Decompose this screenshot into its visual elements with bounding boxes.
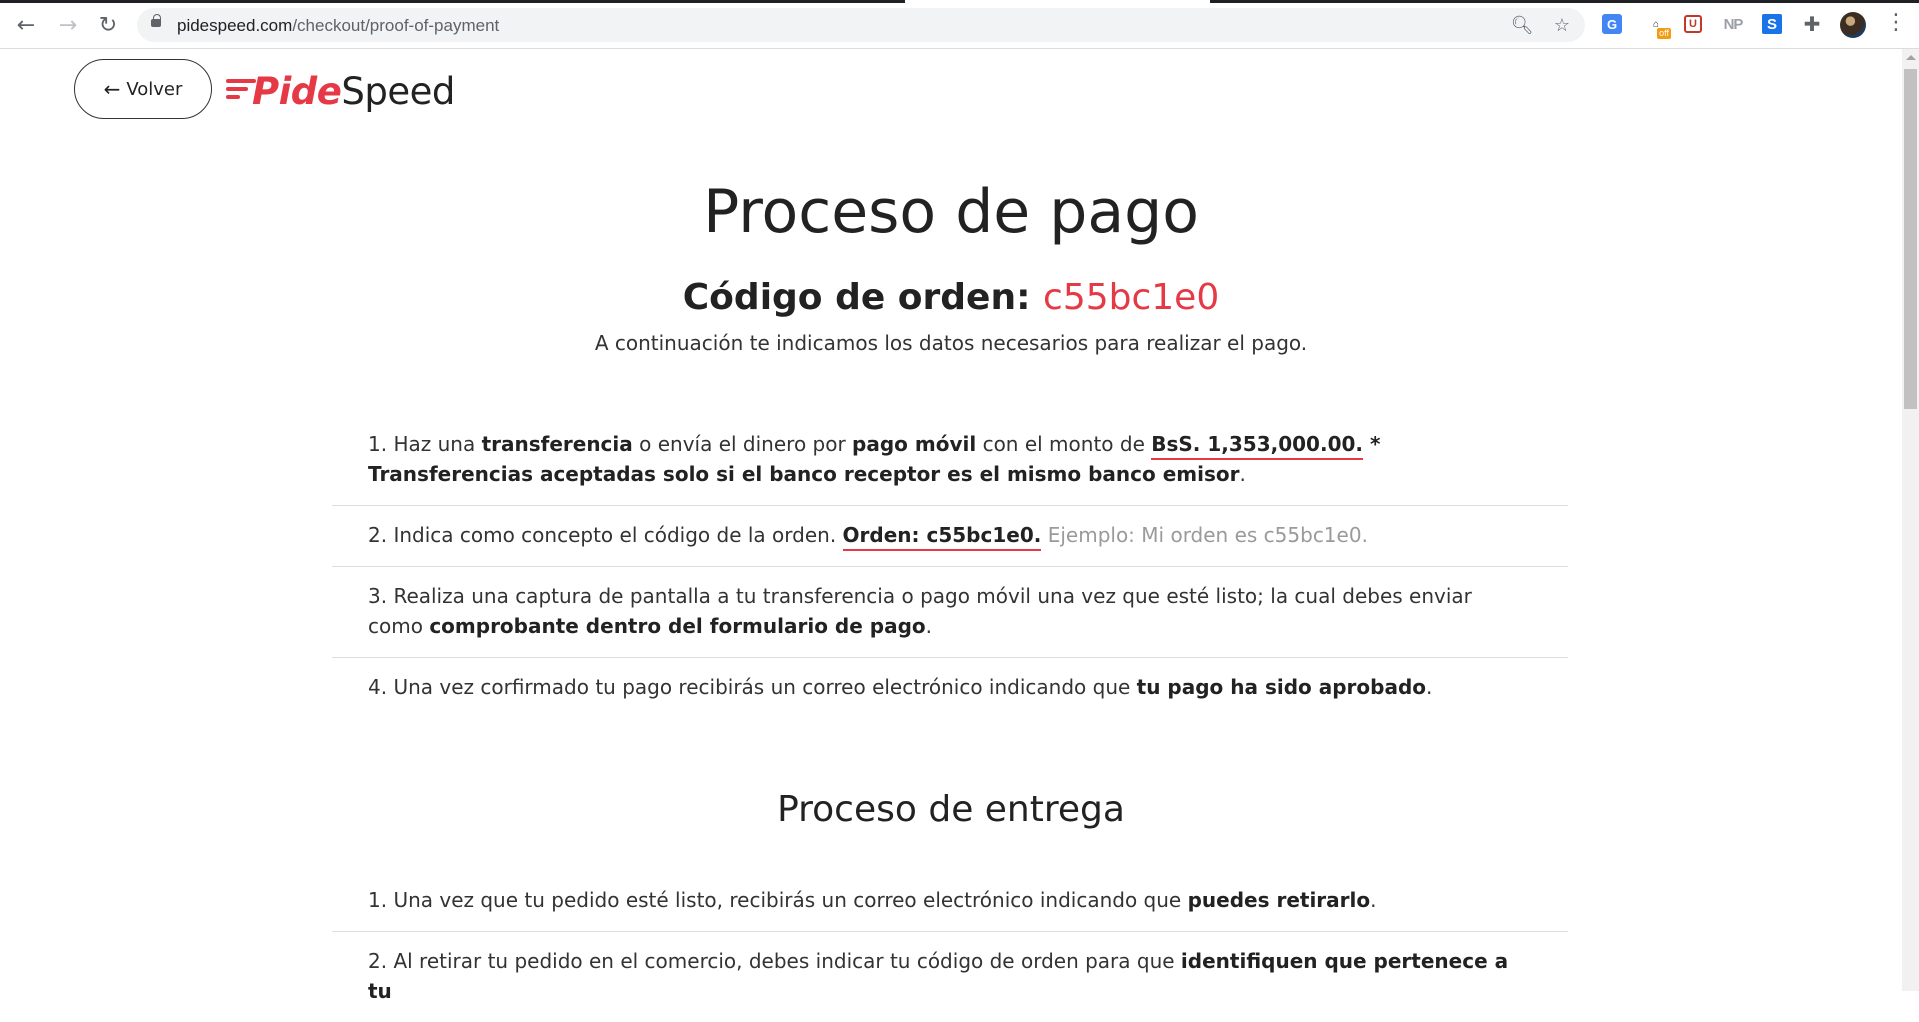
url-path: /checkout/proof-of-payment xyxy=(292,16,500,35)
translate-label: G xyxy=(1606,16,1618,32)
back-button[interactable]: ← Volver xyxy=(74,59,212,119)
forward-arrow-icon[interactable]: → xyxy=(54,12,82,40)
step-text: 1. Haz una xyxy=(368,432,482,456)
star-bookmark-icon[interactable]: ☆ xyxy=(1551,14,1573,36)
url-text[interactable]: pidespeed.com/checkout/proof-of-payment xyxy=(177,16,499,36)
step-text: con el monto de xyxy=(976,432,1152,456)
extensions-puzzle-icon[interactable]: ✚ xyxy=(1799,11,1825,37)
pidespeed-logo[interactable]: Pide Speed xyxy=(226,67,455,115)
pocket-extension-icon[interactable]: U xyxy=(1684,15,1702,33)
step-bold: comprobante dentro del formulario de pag… xyxy=(429,614,926,638)
delivery-steps-list: 1. Una vez que tu pedido esté listo, rec… xyxy=(332,871,1568,1022)
order-code-heading: Código de orden: c55bc1e0 xyxy=(0,275,1902,321)
browser-toolbar: ← → ↻ pidespeed.com/checkout/proof-of-pa… xyxy=(0,0,1919,49)
translate-extension-icon[interactable]: G xyxy=(1602,14,1622,34)
payment-step-4: 4. Una vez corfirmado tu pago recibirás … xyxy=(332,658,1568,718)
zoom-icon[interactable]: 🔍︎ xyxy=(1511,14,1534,36)
profile-avatar[interactable] xyxy=(1840,12,1866,38)
step-text: . xyxy=(1426,675,1433,699)
logo-speed: Speed xyxy=(341,69,455,113)
step-text: 1. Una vez que tu pedido esté listo, rec… xyxy=(368,888,1188,912)
step-bold: transferencia xyxy=(481,432,633,456)
order-concept: Orden: c55bc1e0. xyxy=(842,523,1042,551)
logo-pide: Pide xyxy=(252,69,342,113)
delivery-title: Proceso de entrega xyxy=(777,789,1125,830)
off-badge: off xyxy=(1657,28,1671,39)
step-text: 2. Indica como concepto el código de la … xyxy=(368,523,843,547)
tab-strip-left xyxy=(0,0,905,3)
delivery-step-1: 1. Una vez que tu pedido esté listo, rec… xyxy=(332,871,1568,932)
step-bold: puedes retirarlo xyxy=(1187,888,1371,912)
pocket-label: U xyxy=(1689,18,1697,30)
step-bold: tu pago ha sido aprobado xyxy=(1136,675,1427,699)
step-text: o envía el dinero por xyxy=(632,432,853,456)
step-text: . xyxy=(1370,888,1377,912)
reload-icon[interactable]: ↻ xyxy=(94,12,122,40)
page-title: Proceso de pago xyxy=(703,177,1199,247)
scroll-thumb[interactable] xyxy=(1904,69,1917,409)
url-host: pidespeed.com xyxy=(177,16,293,35)
np-extension-icon[interactable]: NP xyxy=(1720,11,1746,37)
payment-step-3: 3. Realiza una captura de pantalla a tu … xyxy=(332,567,1568,658)
step-text: . xyxy=(1239,462,1246,486)
address-bar[interactable]: pidespeed.com/checkout/proof-of-payment … xyxy=(137,8,1585,42)
scroll-up-arrow-icon[interactable] xyxy=(1906,55,1916,60)
concept-example: Ejemplo: Mi orden es c55bc1e0. xyxy=(1041,523,1368,547)
step-text: 4. Una vez corfirmado tu pago recibirás … xyxy=(368,675,1137,699)
step-text: 2. Al retirar tu pedido en el comercio, … xyxy=(368,949,1181,973)
speed-lines-icon xyxy=(226,77,256,105)
back-button-label: Volver xyxy=(126,78,183,100)
step-bold: pago móvil xyxy=(852,432,977,456)
payment-intro: A continuación te indicamos los datos ne… xyxy=(594,331,1308,355)
delivery-step-2: 2. Al retirar tu pedido en el comercio, … xyxy=(332,932,1568,1022)
coupon-extension-icon[interactable]: ⌂ off xyxy=(1643,11,1671,39)
tab-strip-edge xyxy=(0,0,1919,3)
np-label: NP xyxy=(1723,15,1744,33)
order-code-label: Código de orden: xyxy=(682,277,1031,318)
step-text: . xyxy=(925,614,932,638)
payment-step-1: 1. Haz una transferencia o envía el dine… xyxy=(332,415,1568,506)
arrow-left-icon: ← xyxy=(103,77,121,101)
order-code-value: c55bc1e0 xyxy=(1043,277,1220,318)
back-arrow-icon[interactable]: ← xyxy=(12,12,40,40)
menu-kebab-icon[interactable]: ⋮ xyxy=(1885,11,1907,37)
payment-amount: BsS. 1,353,000.00. xyxy=(1151,432,1363,460)
s-extension-icon[interactable]: S xyxy=(1762,14,1782,34)
page-scrollbar[interactable] xyxy=(1902,49,1919,991)
lock-icon[interactable] xyxy=(151,14,161,27)
payment-step-2: 2. Indica como concepto el código de la … xyxy=(332,506,1568,567)
s-label: S xyxy=(1766,15,1777,33)
tab-strip-right xyxy=(1210,0,1919,3)
payment-steps-list: 1. Haz una transferencia o envía el dine… xyxy=(332,415,1568,718)
